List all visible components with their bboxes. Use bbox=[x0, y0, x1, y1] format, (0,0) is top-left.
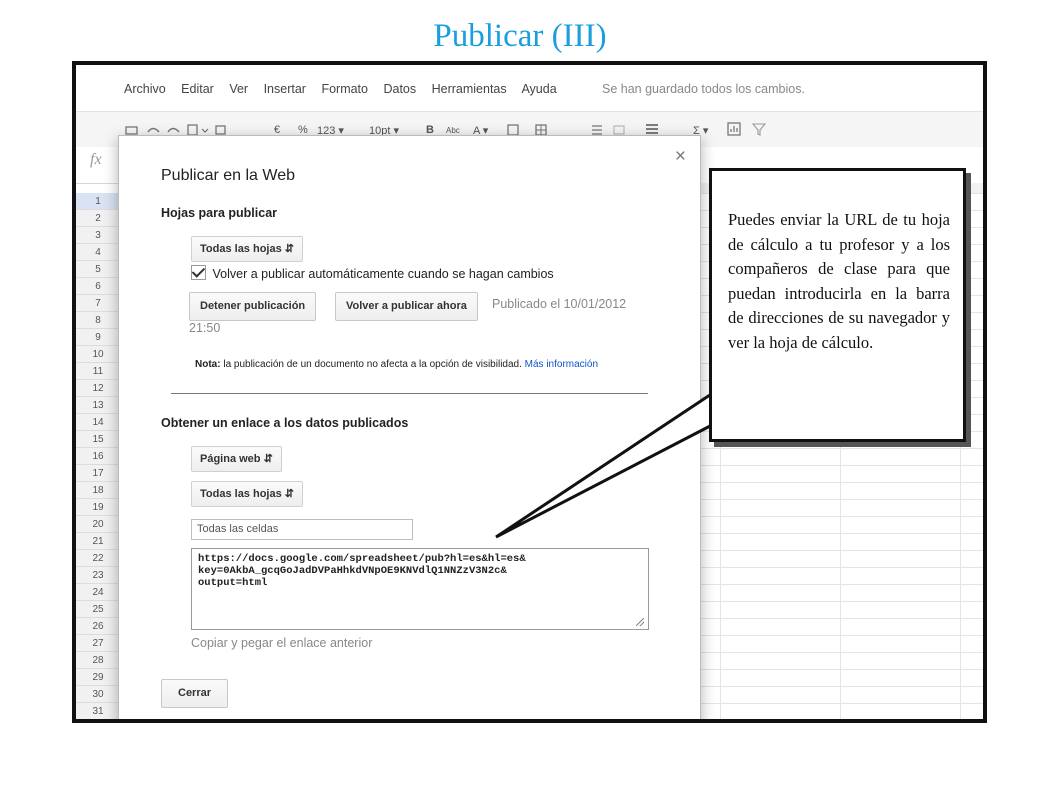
menu-herramientas[interactable]: Herramientas bbox=[432, 82, 507, 96]
published-date: Publicado el 10/01/2012 bbox=[492, 297, 627, 311]
menu-formato[interactable]: Formato bbox=[321, 82, 368, 96]
format-select[interactable]: Página web ⇵ bbox=[191, 446, 282, 472]
row-number[interactable]: 18 bbox=[76, 482, 120, 499]
row-number[interactable]: 10 bbox=[76, 346, 120, 363]
updown-icon: ⇵ bbox=[284, 488, 294, 500]
row-number[interactable]: 26 bbox=[76, 618, 120, 635]
url-line: key=0AkbA_gcqGoJadDVPaHhkdVNpOE9KNVdlQ1N… bbox=[198, 565, 507, 577]
updown-icon: ⇵ bbox=[263, 453, 273, 465]
publish-dialog: × Publicar en la Web Hojas para publicar… bbox=[118, 135, 701, 719]
url-line: https://docs.google.com/spreadsheet/pub?… bbox=[198, 553, 526, 565]
screenshot-frame: Archivo Editar Ver Insertar Formato Dato… bbox=[72, 61, 987, 723]
chevron-down-icon bbox=[201, 128, 209, 133]
menu-bar: Archivo Editar Ver Insertar Formato Dato… bbox=[76, 65, 983, 111]
row-number[interactable]: 15 bbox=[76, 431, 120, 448]
fx-icon: fx bbox=[90, 151, 102, 168]
row-number[interactable]: 9 bbox=[76, 329, 120, 346]
row-number[interactable]: 29 bbox=[76, 669, 120, 686]
row-number[interactable]: 3 bbox=[76, 227, 120, 244]
menu-datos[interactable]: Datos bbox=[383, 82, 416, 96]
sheets-select-2[interactable]: Todas las hojas ⇵ bbox=[191, 481, 303, 507]
sheets-heading: Hojas para publicar bbox=[161, 206, 278, 220]
undo-icon bbox=[147, 127, 160, 133]
close-icon[interactable]: × bbox=[675, 146, 686, 168]
menu-editar[interactable]: Editar bbox=[181, 82, 214, 96]
menu-ayuda[interactable]: Ayuda bbox=[521, 82, 556, 96]
menu-archivo[interactable]: Archivo bbox=[124, 82, 166, 96]
updown-icon: ⇵ bbox=[284, 243, 294, 255]
row-number[interactable]: 17 bbox=[76, 465, 120, 482]
row-number[interactable]: 5 bbox=[76, 261, 120, 278]
print-icon bbox=[125, 126, 138, 135]
slide-title: Publicar (III) bbox=[433, 18, 607, 54]
close-dialog-button[interactable]: Cerrar bbox=[161, 679, 229, 708]
sheets-select-label: Todas las hojas bbox=[200, 243, 282, 255]
more-info-link[interactable]: Más información bbox=[525, 359, 598, 370]
menu-list: Archivo Editar Ver Insertar Formato Dato… bbox=[124, 82, 569, 96]
format-select-label: Página web bbox=[200, 453, 261, 465]
row-number[interactable]: 13 bbox=[76, 397, 120, 414]
visibility-note: Nota: la publicación de un documento no … bbox=[195, 359, 598, 370]
row-number[interactable]: 11 bbox=[76, 363, 120, 380]
resize-grip-icon[interactable] bbox=[636, 618, 644, 626]
row-number[interactable]: 22 bbox=[76, 550, 120, 567]
row-number[interactable]: 12 bbox=[76, 380, 120, 397]
section-divider bbox=[171, 393, 648, 394]
row-number[interactable]: 1 bbox=[76, 193, 120, 210]
row-number[interactable]: 24 bbox=[76, 584, 120, 601]
dialog-title: Publicar en la Web bbox=[161, 167, 295, 184]
row-number[interactable]: 2 bbox=[76, 210, 120, 227]
row-number[interactable]: 30 bbox=[76, 686, 120, 703]
toolbar-icons-right bbox=[727, 122, 767, 136]
row-number[interactable]: 6 bbox=[76, 278, 120, 295]
url-textarea[interactable]: https://docs.google.com/spreadsheet/pub?… bbox=[191, 548, 649, 630]
row-number[interactable]: 14 bbox=[76, 414, 120, 431]
menu-insertar[interactable]: Insertar bbox=[264, 82, 306, 96]
row-number[interactable]: 8 bbox=[76, 312, 120, 329]
republish-now-button[interactable]: Volver a publicar ahora bbox=[335, 292, 478, 321]
row-headers: 1 2 3 4 5 6 7 8 9 10 11 12 13 14 15 16 17 18 19 20 21 22 23 24 2… bbox=[76, 193, 121, 719]
filter-icon bbox=[751, 123, 767, 136]
merge-icon bbox=[613, 125, 625, 135]
row-number[interactable]: 27 bbox=[76, 635, 120, 652]
range-field[interactable]: Todas las celdas bbox=[191, 519, 413, 540]
row-number[interactable]: 19 bbox=[76, 499, 120, 516]
published-time: 21:50 bbox=[189, 321, 221, 335]
strikethrough-button[interactable]: Abc bbox=[446, 126, 460, 135]
copy-hint: Copiar y pegar el enlace anterior bbox=[191, 636, 373, 650]
paste-icon bbox=[215, 125, 226, 135]
redo-icon bbox=[167, 127, 180, 133]
row-number[interactable]: 25 bbox=[76, 601, 120, 618]
save-status: Se han guardado todos los cambios. bbox=[602, 82, 805, 96]
row-number[interactable]: 23 bbox=[76, 567, 120, 584]
note-label: Nota: bbox=[195, 359, 221, 370]
align-icon bbox=[592, 125, 602, 135]
auto-republish-row[interactable]: Volver a publicar automáticamente cuando… bbox=[191, 265, 554, 281]
row-number[interactable]: 31 bbox=[76, 703, 120, 719]
stop-publishing-button[interactable]: Detener publicación bbox=[189, 292, 317, 321]
menu-ver[interactable]: Ver bbox=[229, 82, 248, 96]
auto-republish-label: Volver a publicar automáticamente cuando… bbox=[212, 267, 554, 281]
sheets-select[interactable]: Todas las hojas ⇵ bbox=[191, 236, 303, 262]
row-number[interactable]: 28 bbox=[76, 652, 120, 669]
wrap-icon bbox=[646, 124, 658, 134]
row-number[interactable]: 16 bbox=[76, 448, 120, 465]
auto-republish-checkbox[interactable] bbox=[191, 265, 206, 280]
callout-text: Puedes enviar la URL de tu hoja de cálcu… bbox=[728, 210, 950, 352]
fill-color-icon bbox=[507, 124, 519, 136]
url-line: output=html bbox=[198, 577, 268, 589]
row-number[interactable]: 4 bbox=[76, 244, 120, 261]
row-number[interactable]: 21 bbox=[76, 533, 120, 550]
paint-format-icon bbox=[187, 124, 198, 136]
row-number[interactable]: 20 bbox=[76, 516, 120, 533]
row-number[interactable]: 7 bbox=[76, 295, 120, 312]
link-heading: Obtener un enlace a los datos publicados bbox=[161, 416, 409, 430]
note-text: la publicación de un documento no afecta… bbox=[220, 359, 525, 370]
sheets-select-2-label: Todas las hojas bbox=[200, 488, 282, 500]
